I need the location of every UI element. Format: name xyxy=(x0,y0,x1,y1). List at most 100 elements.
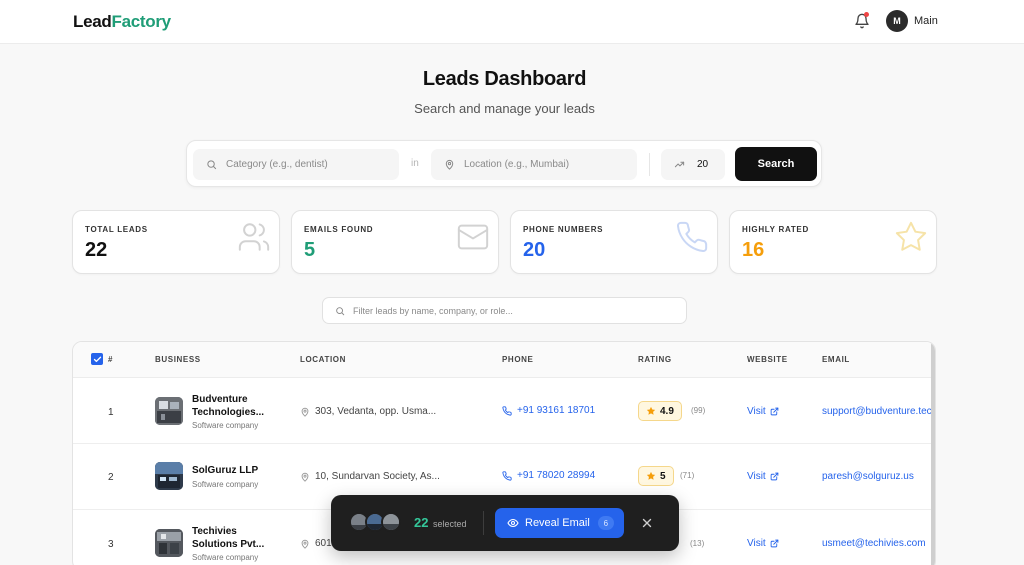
business-thumbnail xyxy=(155,529,183,557)
stat-card-phone-numbers: PHONE NUMBERS 20 xyxy=(510,210,718,274)
users-icon xyxy=(238,223,270,251)
page-subtitle: Search and manage your leads xyxy=(414,101,595,116)
business-category: Software company xyxy=(192,553,259,562)
star-icon xyxy=(646,406,656,415)
rating-badge: 5 xyxy=(638,466,674,486)
business-location: 601 xyxy=(300,538,332,549)
map-pin-icon xyxy=(301,539,309,549)
business-name[interactable]: Budventure Technologies... xyxy=(192,393,264,419)
search-icon xyxy=(336,306,345,315)
stat-label: EMAILS FOUND xyxy=(304,225,374,234)
search-button[interactable]: Search xyxy=(735,147,817,181)
reveal-email-count-badge: 6 xyxy=(597,516,614,530)
business-location: 10, Sundarvan Society, As... xyxy=(300,471,440,482)
result-count-value: 20 xyxy=(697,159,709,170)
business-category: Software company xyxy=(192,421,259,430)
filter-placeholder: Filter leads by name, company, or role..… xyxy=(353,305,513,316)
column-header-rating[interactable]: RATING xyxy=(638,355,672,364)
location-input[interactable]: Location (e.g., Mumbai) xyxy=(431,149,637,180)
email-link[interactable]: usmeet@techivies.com xyxy=(822,538,926,549)
map-pin-icon xyxy=(445,159,454,170)
star-icon xyxy=(646,471,656,480)
top-navbar: LeadFactory M Main xyxy=(0,0,1024,44)
email-link[interactable]: paresh@solguruz.us xyxy=(822,471,914,482)
stat-value: 16 xyxy=(742,239,765,261)
result-count-input[interactable]: 20 xyxy=(661,149,725,180)
business-name[interactable]: SolGuruz LLP xyxy=(192,464,258,477)
logo-text-lead: Lead xyxy=(73,12,112,31)
map-pin-icon xyxy=(301,407,309,417)
table-scrollbar[interactable] xyxy=(931,342,935,565)
external-link-icon xyxy=(770,539,779,548)
map-pin-icon xyxy=(301,472,309,482)
notification-dot xyxy=(864,12,869,17)
eye-icon xyxy=(507,518,519,528)
category-placeholder: Category (e.g., dentist) xyxy=(226,159,328,170)
phone-icon xyxy=(502,470,512,481)
search-divider xyxy=(649,153,650,176)
stat-label: TOTAL LEADS xyxy=(85,225,148,234)
table-header: # BUSINESS LOCATION PHONE RATING WEBSITE… xyxy=(73,342,935,378)
trending-up-icon xyxy=(674,161,685,168)
location-placeholder: Location (e.g., Mumbai) xyxy=(464,159,570,170)
column-header-location[interactable]: LOCATION xyxy=(300,355,346,364)
column-header-business[interactable]: BUSINESS xyxy=(155,355,201,364)
stat-label: HIGHLY RATED xyxy=(742,225,809,234)
avatar[interactable]: M xyxy=(886,10,908,32)
stat-card-total-leads: TOTAL LEADS 22 xyxy=(72,210,280,274)
row-index: 3 xyxy=(108,539,114,550)
page-title: Leads Dashboard xyxy=(422,68,587,90)
phone-icon xyxy=(676,221,708,253)
column-header-phone[interactable]: PHONE xyxy=(502,355,533,364)
rating-count: (13) xyxy=(690,539,705,548)
logo[interactable]: LeadFactory xyxy=(73,12,171,32)
mail-icon xyxy=(457,224,489,250)
search-bar: Category (e.g., dentist) in Location (e.… xyxy=(186,140,822,187)
check-icon xyxy=(93,356,101,362)
select-all-checkbox[interactable] xyxy=(91,353,103,365)
phone-link[interactable]: +91 78020 28994 xyxy=(502,470,595,481)
filter-input[interactable]: Filter leads by name, company, or role..… xyxy=(322,297,687,324)
business-category: Software company xyxy=(192,480,259,489)
business-location: 303, Vedanta, opp. Usma... xyxy=(300,406,436,417)
category-input[interactable]: Category (e.g., dentist) xyxy=(193,149,399,180)
star-icon xyxy=(895,221,927,251)
stat-label: PHONE NUMBERS xyxy=(523,225,604,234)
user-name[interactable]: Main xyxy=(914,15,938,27)
external-link-icon xyxy=(770,472,779,481)
stat-value: 22 xyxy=(85,239,108,261)
external-link-icon xyxy=(770,407,779,416)
reveal-email-label: Reveal Email xyxy=(525,517,590,529)
search-icon xyxy=(207,160,217,170)
logo-text-factory: Factory xyxy=(111,12,171,31)
scrollbar-thumb[interactable] xyxy=(931,342,935,565)
table-row[interactable]: 1 Budventure Technologies... Software co… xyxy=(73,378,935,444)
stat-value: 20 xyxy=(523,239,546,261)
website-link[interactable]: Visit xyxy=(747,538,779,549)
selected-avatar xyxy=(381,512,401,532)
selected-count: 22 xyxy=(414,515,429,530)
search-connector: in xyxy=(411,158,419,169)
business-name[interactable]: Techivies Solutions Pvt... xyxy=(192,525,264,551)
row-index: 1 xyxy=(108,407,114,418)
column-header-website[interactable]: WEBSITE xyxy=(747,355,788,364)
column-header-email[interactable]: EMAIL xyxy=(822,355,850,364)
reveal-email-button[interactable]: Reveal Email 6 xyxy=(495,508,624,538)
website-link[interactable]: Visit xyxy=(747,471,779,482)
close-icon[interactable] xyxy=(640,516,654,530)
stat-card-highly-rated: HIGHLY RATED 16 xyxy=(729,210,937,274)
email-link[interactable]: support@budventure.tech xyxy=(822,406,935,417)
selected-label: selected xyxy=(433,519,467,529)
website-link[interactable]: Visit xyxy=(747,406,779,417)
rating-count: (99) xyxy=(691,406,706,415)
column-header-index[interactable]: # xyxy=(108,355,113,364)
rating-badge: 4.9 xyxy=(638,401,682,421)
phone-icon xyxy=(502,405,512,416)
rating-count: (71) xyxy=(680,471,695,480)
phone-link[interactable]: +91 93161 18701 xyxy=(502,405,595,416)
business-thumbnail xyxy=(155,462,183,490)
row-index: 2 xyxy=(108,472,114,483)
stat-card-emails-found: EMAILS FOUND 5 xyxy=(291,210,499,274)
toolbar-divider xyxy=(483,511,484,535)
selection-toolbar: 22 selected Reveal Email 6 xyxy=(331,495,679,551)
